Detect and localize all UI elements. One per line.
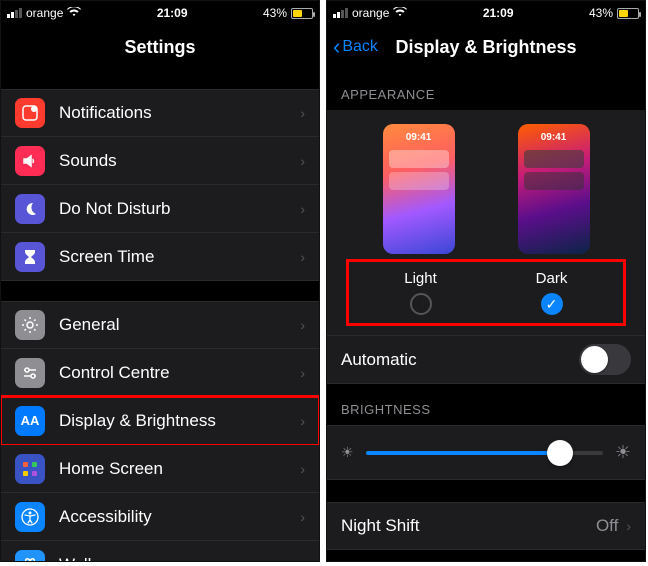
text-size-icon: AA: [15, 406, 45, 436]
battery-percent: 43%: [263, 6, 287, 20]
nav-bar: Settings: [1, 25, 319, 69]
wifi-icon: [393, 6, 407, 20]
appearance-choice: Light Dark ✓: [351, 264, 621, 321]
chevron-left-icon: ‹: [333, 36, 340, 58]
wifi-icon: [67, 6, 81, 20]
back-label: Back: [342, 38, 378, 56]
chevron-right-icon: ›: [300, 249, 305, 265]
brightness-header: BRIGHTNESS: [327, 384, 645, 425]
page-title: Settings: [124, 37, 195, 58]
battery-percent: 43%: [589, 6, 613, 20]
row-accessibility[interactable]: Accessibility ›: [1, 493, 319, 541]
row-label: Control Centre: [59, 363, 300, 383]
display-brightness-screen: orange 21:09 43% ‹ Back Display & Bright…: [326, 0, 646, 562]
page-title: Display & Brightness: [395, 37, 576, 58]
sun-large-icon: ☀︎: [615, 442, 631, 463]
choice-dark[interactable]: Dark ✓: [512, 270, 592, 315]
row-notifications[interactable]: Notifications ›: [1, 89, 319, 137]
row-screentime[interactable]: Screen Time ›: [1, 233, 319, 281]
row-label: Display & Brightness: [59, 411, 300, 431]
status-bar: orange 21:09 43%: [1, 1, 319, 25]
chevron-right-icon: ›: [626, 518, 631, 534]
notifications-icon: [15, 98, 45, 128]
row-automatic[interactable]: Automatic: [327, 336, 645, 384]
settings-screen: orange 21:09 43% Settings Notifications …: [0, 0, 320, 562]
chevron-right-icon: ›: [300, 413, 305, 429]
row-label: Automatic: [341, 350, 579, 370]
chevron-right-icon: ›: [300, 105, 305, 121]
battery-icon: [291, 8, 313, 19]
nav-bar: ‹ Back Display & Brightness: [327, 25, 645, 69]
chevron-right-icon: ›: [300, 461, 305, 477]
row-label: Sounds: [59, 151, 300, 171]
preview-time: 09:41: [518, 132, 590, 143]
carrier-label: orange: [26, 6, 63, 20]
chevron-right-icon: ›: [300, 557, 305, 563]
accessibility-icon: [15, 502, 45, 532]
status-time: 21:09: [407, 6, 589, 20]
moon-icon: [15, 194, 45, 224]
row-label: Notifications: [59, 103, 300, 123]
row-dnd[interactable]: Do Not Disturb ›: [1, 185, 319, 233]
row-sounds[interactable]: Sounds ›: [1, 137, 319, 185]
toggle-off-icon[interactable]: [579, 344, 631, 375]
radio-checked-icon: ✓: [541, 293, 563, 315]
appearance-section: 09:41 09:41 Light Dark ✓: [327, 110, 645, 336]
row-homescreen[interactable]: Home Screen ›: [1, 445, 319, 493]
row-label: Night Shift: [341, 516, 596, 536]
preview-time: 09:41: [383, 132, 455, 143]
choice-label: Light: [381, 270, 461, 287]
signal-icon: [7, 8, 22, 18]
chevron-right-icon: ›: [300, 365, 305, 381]
status-time: 21:09: [81, 6, 263, 20]
sun-small-icon: ☀︎: [341, 444, 354, 461]
chevron-right-icon: ›: [300, 201, 305, 217]
signal-icon: [333, 8, 348, 18]
row-display-brightness[interactable]: AA Display & Brightness ›: [1, 397, 319, 445]
row-label: Wallpaper: [59, 555, 300, 563]
row-controlcentre[interactable]: Control Centre ›: [1, 349, 319, 397]
speaker-icon: [15, 146, 45, 176]
carrier-label: orange: [352, 6, 389, 20]
wallpaper-icon: [15, 550, 45, 563]
brightness-slider[interactable]: [366, 451, 603, 455]
choice-label: Dark: [512, 270, 592, 287]
battery-icon: [617, 8, 639, 19]
row-label: General: [59, 315, 300, 335]
status-bar: orange 21:09 43%: [327, 1, 645, 25]
settings-group-1: Notifications › Sounds › Do Not Disturb …: [1, 89, 319, 281]
hourglass-icon: [15, 242, 45, 272]
chevron-right-icon: ›: [300, 317, 305, 333]
row-label: Screen Time: [59, 247, 300, 267]
row-label: Home Screen: [59, 459, 300, 479]
row-label: Do Not Disturb: [59, 199, 300, 219]
choice-light[interactable]: Light: [381, 270, 461, 315]
sliders-icon: [15, 358, 45, 388]
row-general[interactable]: General ›: [1, 301, 319, 349]
row-value: Off: [596, 516, 618, 536]
gear-icon: [15, 310, 45, 340]
radio-unchecked-icon: [410, 293, 432, 315]
settings-group-2: General › Control Centre › AA Display & …: [1, 301, 319, 562]
back-button[interactable]: ‹ Back: [333, 36, 378, 58]
nightshift-group: Night Shift Off ›: [327, 502, 645, 550]
grid-icon: [15, 454, 45, 484]
preview-dark[interactable]: 09:41: [518, 124, 590, 254]
brightness-slider-row: ☀︎ ☀︎: [327, 425, 645, 480]
preview-light[interactable]: 09:41: [383, 124, 455, 254]
row-nightshift[interactable]: Night Shift Off ›: [327, 502, 645, 550]
row-label: Accessibility: [59, 507, 300, 527]
appearance-header: APPEARANCE: [327, 69, 645, 110]
row-wallpaper[interactable]: Wallpaper ›: [1, 541, 319, 562]
chevron-right-icon: ›: [300, 509, 305, 525]
chevron-right-icon: ›: [300, 153, 305, 169]
